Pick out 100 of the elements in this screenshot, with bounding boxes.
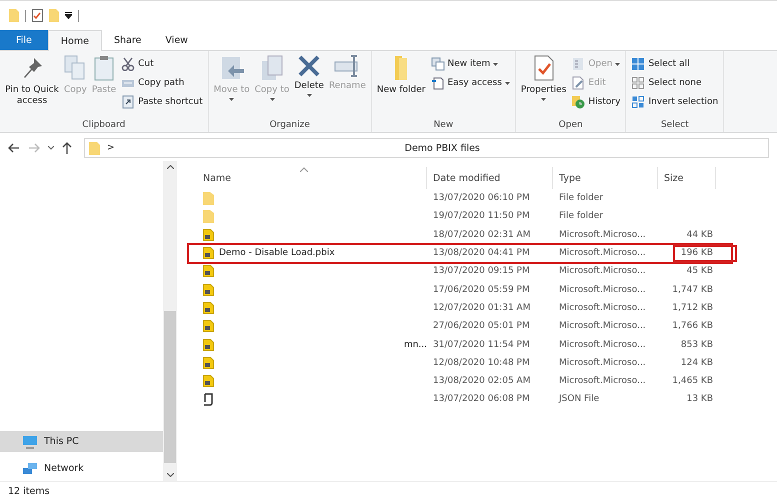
ribbon-tab[interactable]: Share [102,30,154,50]
ribbon-tab[interactable]: View [153,30,200,50]
back-arrow-icon[interactable] [8,143,20,153]
ribbon-button[interactable]: Select none [629,75,720,91]
ribbon-button[interactable]: History [569,94,622,110]
chevron-down-icon[interactable] [48,146,54,150]
ribbon-button[interactable]: Copy path [119,75,205,91]
date-cell-text: 13/07/2020 09:15 PM [432,266,531,276]
network-icon [22,462,38,475]
group-label: Clipboard [81,120,126,130]
column-header[interactable]: Name [197,167,427,189]
type-cell-text: Microsoft.Microso... [558,266,647,276]
type-cell-text: Microsoft.Microso... [558,340,647,350]
type-cell-text: Microsoft.Microso... [558,376,647,386]
properties-icon[interactable] [32,9,43,22]
scroll-up-icon[interactable] [166,165,174,169]
ribbon-button[interactable]: New item [428,56,512,72]
script-file-icon [203,392,213,406]
ribbon-button[interactable]: New folder [374,55,428,120]
type-cell-text: File folder [558,211,604,222]
type-cell-text: JSON File [558,394,600,404]
pbix-file-icon [203,338,214,351]
ribbon-button[interactable]: Invert selection [629,94,720,110]
date-cell-text: 18/07/2020 02:31 AM [432,230,532,240]
nav-item[interactable]: Network [0,458,163,479]
rename-icon [334,55,360,77]
type-cell-text: Microsoft.Microso... [558,230,647,240]
edit-icon [571,76,586,90]
folder-path: Demo PBIX files [404,142,481,154]
open-icon [571,57,586,71]
date-cell-text: 12/07/2020 01:31 AM [432,302,532,313]
nav-item[interactable]: This PC [0,431,163,452]
group-label: Select [660,120,690,130]
type-cell-text: File folder [558,193,604,204]
paste-shortcut-icon [121,95,136,109]
pbix-file-icon [203,228,214,241]
ribbon-button[interactable]: Pin to Quick access [3,55,61,120]
type-cell-text: Microsoft.Microso... [558,358,647,368]
breadcrumb-separator[interactable]: > [107,143,115,153]
new-item-icon [430,57,444,71]
ribbon-button[interactable]: Cut [119,56,205,72]
status-text: 12 items [0,481,777,503]
size-cell-text: 1,465 KB [671,376,714,386]
group-label: Open [558,120,584,130]
size-cell-text: 1,712 KB [671,302,714,313]
select-none-icon [631,76,646,90]
pbix-file-icon [203,320,214,332]
type-cell-text: Microsoft.Microso... [558,321,647,332]
copy-icon [64,55,86,81]
folder-icon [89,142,101,154]
date-cell-text: 19/07/2020 11:50 PM [432,211,531,222]
size-cell-text: 13 KB [686,394,714,404]
scroll-down-icon[interactable] [166,473,174,477]
size-cell-text: 44 KB [686,230,714,240]
column-header[interactable]: Type [553,167,658,189]
pbix-file-icon [203,302,214,314]
history-icon [571,95,586,109]
file-name[interactable]: Demo - Disable Load.pbix [219,248,335,258]
ribbon-button[interactable]: Paste shortcut [119,94,205,110]
date-cell-text: 12/08/2020 10:48 PM [432,358,531,368]
properties-icon [534,55,554,81]
type-cell-text: Microsoft.Microso... [558,302,647,313]
ribbon-tab[interactable]: File [0,30,48,50]
group-label: New [432,120,454,130]
date-cell-text: 31/07/2020 11:54 PM [432,340,531,350]
copy-to-icon [261,55,283,81]
size-cell-text: 124 KB [680,358,714,368]
folder-icon [203,210,215,223]
ribbon-tab[interactable]: Home [48,30,102,51]
pbix-file-icon [203,356,214,369]
up-arrow-icon[interactable] [62,142,72,154]
size-cell-text: 45 KB [686,266,714,276]
select-all-icon [631,57,646,71]
scissors-icon [121,57,136,71]
customize-icon[interactable] [65,12,72,19]
pbix-file-icon [203,247,214,260]
file-name[interactable]: mn... [404,340,427,350]
pbix-file-icon [203,375,214,388]
ribbon-button[interactable]: Properties [518,55,568,120]
date-cell-text: 13/07/2020 06:10 PM [432,193,531,204]
ribbon-button[interactable]: Delete [292,55,326,120]
move-to-icon [220,55,244,81]
date-cell-text: 27/06/2020 05:01 PM [432,321,531,332]
group-label: Organize [268,120,311,130]
clipboard-icon [94,55,114,81]
date-cell-text: 13/07/2020 06:08 PM [432,394,531,404]
scrollbar-thumb[interactable] [164,311,176,463]
ribbon-button[interactable]: Select all [629,56,720,72]
ribbon-button[interactable]: Easy access [428,75,512,91]
column-header[interactable]: Date modified [427,167,553,189]
type-cell-text: Microsoft.Microso... [558,248,647,258]
column-header[interactable]: Size [658,167,716,189]
invert-selection-icon [631,95,646,109]
size-cell-text: 1,747 KB [671,284,714,295]
folder-icon [203,192,215,205]
address-bar[interactable]: > Demo PBIX files [84,138,769,158]
type-cell-text: Microsoft.Microso... [558,284,647,295]
folder-icon [395,55,408,81]
date-cell-text: 13/08/2020 04:41 PM [432,248,531,258]
size-cell-text: 196 KB [680,248,714,258]
